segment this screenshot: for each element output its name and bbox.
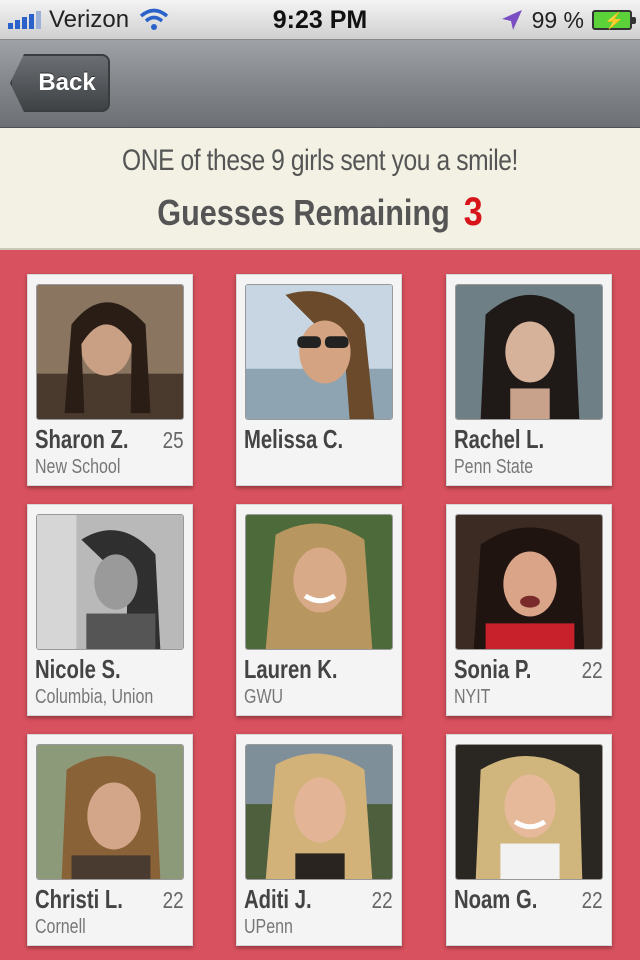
profile-age: 22: [163, 887, 184, 913]
profile-photo: [455, 284, 603, 420]
profile-card[interactable]: Sharon Z. 25 New School: [27, 274, 193, 486]
profile-grid: Sharon Z. 25 New School Melissa C. Rache…: [0, 250, 640, 960]
profile-photo: [455, 744, 603, 880]
profile-name: Sharon Z.: [35, 424, 129, 454]
profile-school: Columbia, Union: [35, 686, 154, 708]
profile-card[interactable]: Nicole S. Columbia, Union: [27, 504, 193, 716]
profile-name: Nicole S.: [35, 654, 121, 684]
profile-school: New School: [35, 456, 121, 478]
profile-photo: [245, 514, 393, 650]
profile-school: UPenn: [244, 916, 293, 938]
profile-photo: [455, 514, 603, 650]
profile-card[interactable]: Melissa C.: [236, 274, 402, 486]
profile-photo: [245, 284, 393, 420]
profile-age: 22: [582, 657, 603, 683]
profile-photo: [245, 744, 393, 880]
profile-name: Rachel L.: [454, 424, 545, 454]
profile-name: Sonia P.: [454, 654, 532, 684]
profile-photo: [36, 284, 184, 420]
profile-card[interactable]: Noam G. 22: [446, 734, 612, 946]
profile-name: Lauren K.: [244, 654, 338, 684]
location-arrow-icon: [501, 10, 522, 30]
back-button[interactable]: Back: [10, 54, 110, 112]
guesses-remaining: Guesses Remaining 3: [48, 190, 592, 235]
profile-school: Cornell: [35, 916, 86, 938]
guesses-label: Guesses Remaining: [157, 192, 450, 233]
profile-school: GWU: [244, 686, 284, 708]
profile-photo: [36, 514, 184, 650]
profile-photo: [36, 744, 184, 880]
profile-name: Christi L.: [35, 884, 123, 914]
profile-age: 22: [372, 887, 393, 913]
guess-header: ONE of these 9 girls sent you a smile! G…: [0, 128, 640, 250]
battery-percentage: 99 %: [531, 6, 584, 33]
smile-prompt: ONE of these 9 girls sent you a smile!: [122, 144, 518, 177]
status-bar: Verizon 9:23 PM 99 % ⚡: [0, 0, 640, 40]
profile-age: 22: [582, 887, 603, 913]
profile-name: Aditi J.: [244, 884, 312, 914]
profile-name: Melissa C.: [244, 424, 344, 454]
profile-card[interactable]: Aditi J. 22 UPenn: [236, 734, 402, 946]
profile-name: Noam G.: [454, 884, 538, 914]
profile-card[interactable]: Rachel L. Penn State: [446, 274, 612, 486]
battery-icon: ⚡: [592, 10, 636, 30]
navigation-bar: Back: [0, 40, 640, 128]
profile-school: Penn State: [454, 456, 534, 478]
profile-school: NYIT: [454, 686, 491, 708]
guesses-count: 3: [463, 190, 483, 234]
profile-card[interactable]: Sonia P. 22 NYIT: [446, 504, 612, 716]
profile-card[interactable]: Christi L. 22 Cornell: [27, 734, 193, 946]
profile-age: 25: [163, 427, 184, 453]
status-right: 99 % ⚡: [500, 4, 636, 36]
profile-card[interactable]: Lauren K. GWU: [236, 504, 402, 716]
